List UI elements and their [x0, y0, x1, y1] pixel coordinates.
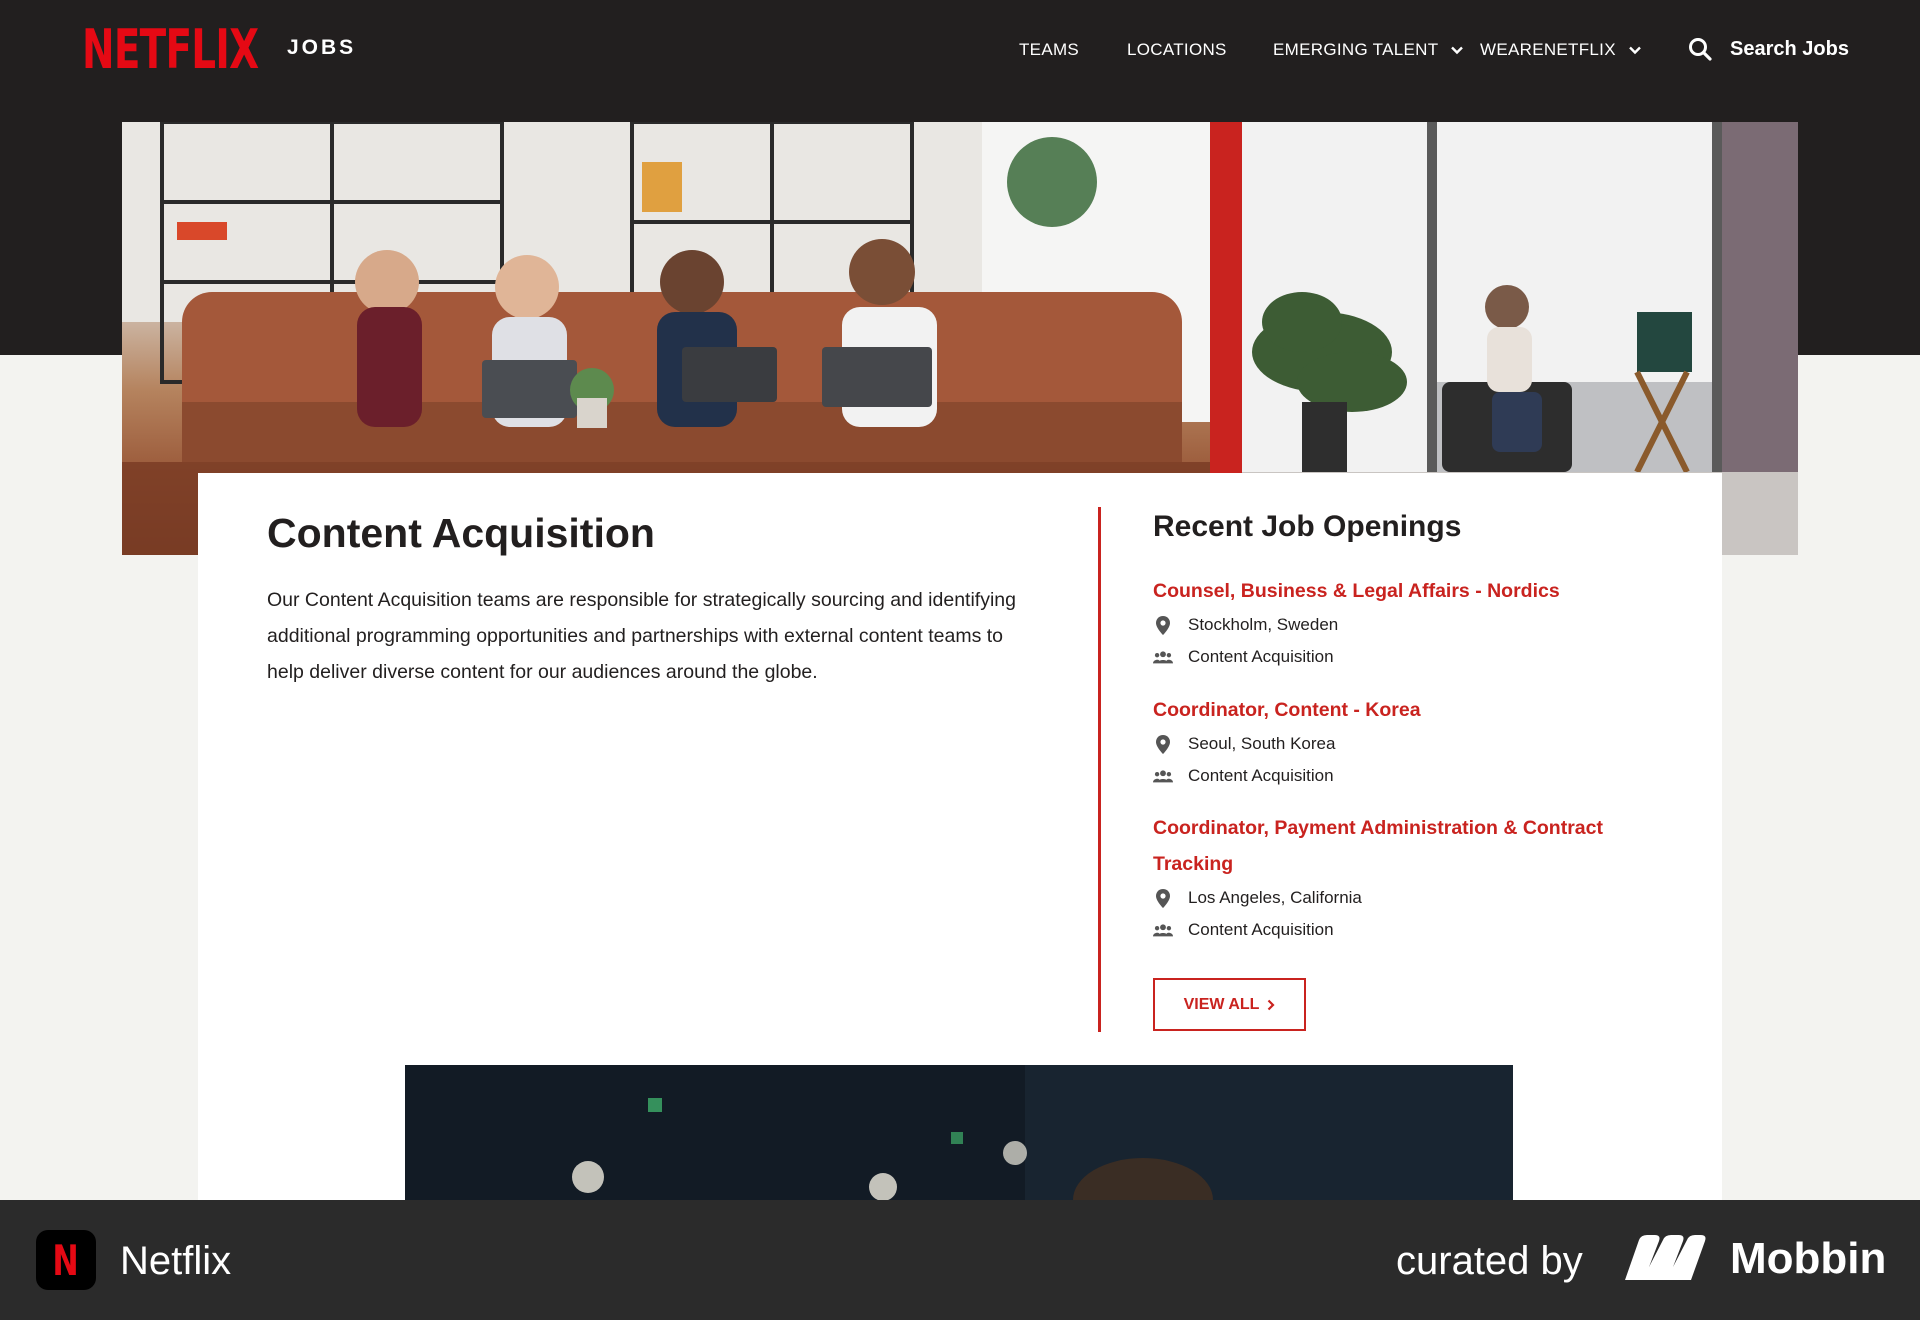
- video-thumbnail[interactable]: [405, 1065, 1513, 1200]
- location-pin-icon: [1156, 615, 1170, 635]
- netflix-app-icon-letter: N: [52, 1235, 80, 1285]
- chevron-down-icon: [1451, 46, 1464, 55]
- job-location-text: Seoul, South Korea: [1188, 734, 1336, 753]
- nav-emerging-talent-label: EMERGING TALENT: [1273, 40, 1439, 59]
- app-name: Netflix: [120, 1239, 232, 1283]
- search-icon: [1689, 38, 1712, 61]
- view-all-button[interactable]: VIEW ALL: [1153, 978, 1306, 1031]
- job-location-text: Los Angeles, California: [1188, 888, 1362, 907]
- view-all-label: VIEW ALL: [1183, 995, 1260, 1013]
- video-thumbnail-image: [405, 1065, 1513, 1200]
- job-team-text: Content Acquisition: [1188, 920, 1334, 939]
- job-team-text: Content Acquisition: [1188, 766, 1334, 785]
- job-title-link[interactable]: Coordinator, Content - Korea: [1153, 699, 1421, 721]
- team-icon: [1153, 770, 1173, 783]
- job-team: Content Acquisition: [1153, 914, 1643, 946]
- nav-locations[interactable]: LOCATIONS: [1127, 40, 1227, 60]
- job-location-text: Stockholm, Sweden: [1188, 615, 1339, 634]
- job-title-link[interactable]: Counsel, Business & Legal Affairs - Nord…: [1153, 580, 1560, 602]
- curated-by-label: curated by: [1396, 1239, 1583, 1283]
- section-divider: [1098, 507, 1101, 1032]
- mobbin-logo-icon: [1625, 1235, 1706, 1280]
- mobbin-brand: Mobbin: [1730, 1234, 1887, 1283]
- nav-teams[interactable]: TEAMS: [1019, 40, 1079, 60]
- job-listing: Counsel, Business & Legal Affairs - Nord…: [1153, 573, 1653, 673]
- page-title: Content Acquisition: [267, 510, 655, 556]
- job-team-text: Content Acquisition: [1188, 647, 1334, 666]
- nav-locations-label: LOCATIONS: [1127, 40, 1227, 59]
- chevron-down-icon: [1628, 46, 1641, 55]
- netflix-logo[interactable]: NETFLIX: [82, 22, 259, 78]
- team-description: Our Content Acquisition teams are respon…: [267, 589, 1016, 683]
- job-location: Stockholm, Sweden: [1153, 609, 1653, 641]
- team-icon: [1153, 651, 1173, 664]
- job-location: Seoul, South Korea: [1153, 728, 1653, 760]
- search-jobs-button[interactable]: Search Jobs: [1688, 37, 1849, 61]
- netflix-app-icon: N: [36, 1230, 96, 1290]
- search-jobs-label: Search Jobs: [1730, 37, 1849, 60]
- location-pin-icon: [1156, 888, 1170, 908]
- jobs-logo-label[interactable]: JOBS: [287, 36, 356, 60]
- job-team: Content Acquisition: [1153, 760, 1653, 792]
- chevron-right-icon: [1268, 999, 1275, 1010]
- team-icon: [1153, 924, 1173, 937]
- job-title-link[interactable]: Coordinator, Payment Administration & Co…: [1153, 817, 1603, 875]
- nav-emerging-talent[interactable]: EMERGING TALENT: [1273, 40, 1464, 60]
- job-listing: Coordinator, Content - Korea Seoul, Sout…: [1153, 692, 1653, 792]
- nav-wearenetflix[interactable]: WEARENETFLIX: [1480, 40, 1642, 60]
- job-location: Los Angeles, California: [1153, 882, 1643, 914]
- nav-teams-label: TEAMS: [1019, 40, 1080, 59]
- nav-wearenetflix-label: WEARENETFLIX: [1480, 40, 1616, 59]
- job-team: Content Acquisition: [1153, 641, 1653, 673]
- recent-openings-title: Recent Job Openings: [1153, 510, 1462, 543]
- location-pin-icon: [1156, 734, 1170, 754]
- site-header: NETFLIX JOBS TEAMS LOCATIONS EMERGING TA…: [0, 0, 1920, 100]
- job-listing: Coordinator, Payment Administration & Co…: [1153, 810, 1643, 946]
